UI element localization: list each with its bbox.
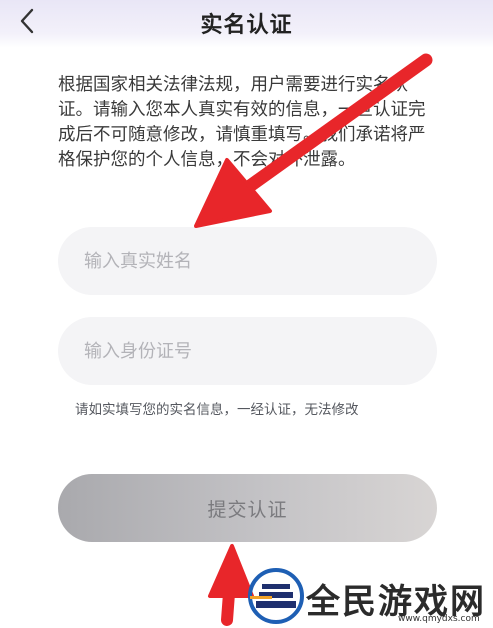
notice-text: 根据国家相关法律法规，用户需要进行实名认证。请输入您本人真实有效的信息，一旦认证… — [58, 75, 426, 170]
name-field[interactable] — [58, 227, 437, 295]
id-number-field[interactable] — [58, 317, 437, 385]
arrow-up-icon — [208, 544, 254, 626]
form-hint: 请如实填写您的实名信息，一经认证，无法修改 — [75, 402, 359, 418]
header-bar: 实名认证 — [0, 0, 493, 48]
id-number-input[interactable] — [58, 317, 437, 385]
page-title: 实名认证 — [200, 13, 293, 38]
watermark-url: www.qmydxs.com — [398, 614, 480, 624]
submit-button[interactable]: 提交认证 — [58, 474, 437, 542]
name-input[interactable] — [58, 227, 437, 295]
watermark-logo-icon — [248, 568, 304, 624]
